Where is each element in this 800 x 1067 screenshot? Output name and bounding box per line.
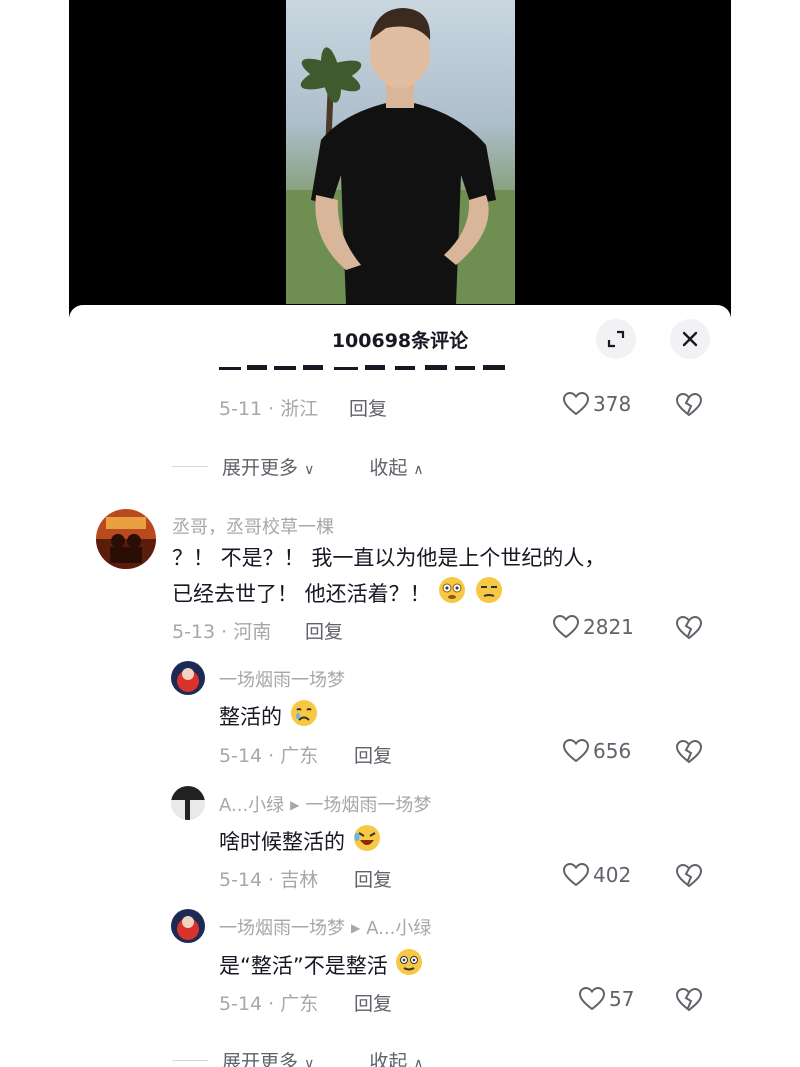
- chevron-up-icon: ∧: [413, 1056, 424, 1067]
- scrolled-comment-text: [219, 363, 539, 377]
- avatar[interactable]: [171, 786, 205, 820]
- heart-icon: [563, 863, 589, 887]
- cut-off-text-fragment: [219, 365, 505, 370]
- comment-text: ？！ 不是？！ 我一直以为他是上个世纪的人，: [172, 546, 606, 570]
- comment-sheet: 100698条评论 5-11 · 浙江 回复 378 展开更多 ∨ 收起 ∧ 丞…: [69, 305, 731, 1067]
- close-icon: [682, 331, 698, 347]
- comment-author-line: 一场烟雨一场梦 ▶ A...小绿: [219, 914, 431, 940]
- video-frame: [286, 0, 515, 304]
- heart-icon: [579, 987, 605, 1011]
- comment-author[interactable]: 丞哥，丞哥校草一棵: [172, 513, 334, 539]
- dislike-button[interactable]: [675, 739, 703, 766]
- reply-to-author[interactable]: A...小绿: [366, 918, 431, 939]
- comment-date-location: 5-13 · 河南: [172, 621, 272, 643]
- comment-text: 是“整活”不是整活: [219, 947, 424, 987]
- like-count: 402: [593, 863, 632, 887]
- chevron-down-icon: ∨: [304, 1056, 315, 1067]
- comment-text: 整活的: [219, 698, 319, 738]
- avatar-image: [96, 509, 156, 569]
- reply-button[interactable]: 回复: [354, 989, 392, 1016]
- fullscreen-icon: [607, 330, 625, 348]
- dislike-button[interactable]: [675, 615, 703, 642]
- reply-arrow-icon: ▶: [351, 921, 361, 935]
- avatar[interactable]: [96, 509, 156, 569]
- reply-to-author[interactable]: 一场烟雨一场梦: [305, 795, 431, 816]
- avatar-image: [171, 909, 205, 943]
- avatar-image: [171, 661, 205, 695]
- rofl-emoji: [352, 823, 382, 863]
- reply-arrow-icon: ▶: [290, 798, 300, 812]
- like-count: 378: [593, 392, 632, 416]
- like-count: 2821: [583, 615, 634, 639]
- dislike-button[interactable]: [675, 392, 703, 419]
- expand-more-link[interactable]: 展开更多 ∨: [222, 1047, 314, 1067]
- divider-line: [172, 466, 208, 467]
- reply-button[interactable]: 回复: [354, 741, 392, 768]
- like-count: 57: [609, 987, 635, 1011]
- comment-author[interactable]: A...小绿: [219, 795, 284, 816]
- crying-face-emoji: [289, 698, 319, 738]
- video-person-image: [286, 8, 515, 304]
- expand-more-link[interactable]: 展开更多 ∨: [222, 453, 314, 480]
- broken-heart-icon: [675, 863, 703, 888]
- collapse-link[interactable]: 收起 ∧: [369, 453, 423, 480]
- flushed-face-emoji: [394, 947, 424, 987]
- like-button[interactable]: 402: [563, 863, 631, 887]
- comment-date-location: 5-14 · 广东: [219, 993, 319, 1015]
- close-button[interactable]: [670, 319, 710, 359]
- divider-line: [172, 1060, 208, 1061]
- heart-icon: [553, 615, 579, 639]
- avatar[interactable]: [171, 909, 205, 943]
- broken-heart-icon: [675, 392, 703, 417]
- like-count: 656: [593, 739, 632, 763]
- avatar[interactable]: [171, 661, 205, 695]
- collapse-link[interactable]: 收起 ∧: [369, 1047, 423, 1067]
- like-button[interactable]: 378: [563, 392, 631, 416]
- broken-heart-icon: [675, 987, 703, 1012]
- dislike-button[interactable]: [675, 863, 703, 890]
- video-player[interactable]: [69, 0, 731, 318]
- chevron-down-icon: ∨: [304, 462, 315, 478]
- heart-icon: [563, 739, 589, 763]
- comment-author-line: A...小绿 ▶ 一场烟雨一场梦: [219, 791, 431, 817]
- comment-text-line2: 已经去世了！ 他还活着？！: [172, 575, 504, 615]
- like-button[interactable]: 57: [579, 987, 634, 1011]
- avatar-image: [171, 786, 205, 820]
- comment-date-location: 5-14 · 广东: [219, 745, 319, 767]
- fullscreen-button[interactable]: [596, 319, 636, 359]
- sly-face-emoji: [474, 575, 504, 615]
- reply-button[interactable]: 回复: [354, 865, 392, 892]
- comment-author[interactable]: 一场烟雨一场梦: [219, 666, 345, 692]
- thread-toggle-row: 展开更多 ∨ 收起 ∧: [172, 1047, 479, 1067]
- comment-date-location: 5-11 · 浙江: [219, 398, 319, 420]
- thread-toggle-row: 展开更多 ∨ 收起 ∧: [172, 453, 479, 480]
- broken-heart-icon: [675, 615, 703, 640]
- like-button[interactable]: 2821: [553, 615, 634, 639]
- like-button[interactable]: 656: [563, 739, 631, 763]
- reply-button[interactable]: 回复: [349, 394, 387, 421]
- comment-author[interactable]: 一场烟雨一场梦: [219, 918, 345, 939]
- reply-button[interactable]: 回复: [305, 617, 343, 644]
- broken-heart-icon: [675, 739, 703, 764]
- comment-date-location: 5-14 · 吉林: [219, 869, 319, 891]
- dislike-button[interactable]: [675, 987, 703, 1014]
- dizzy-face-emoji: [437, 575, 467, 615]
- chevron-up-icon: ∧: [413, 462, 424, 478]
- heart-icon: [563, 392, 589, 416]
- comment-text: 啥时候整活的: [219, 823, 382, 863]
